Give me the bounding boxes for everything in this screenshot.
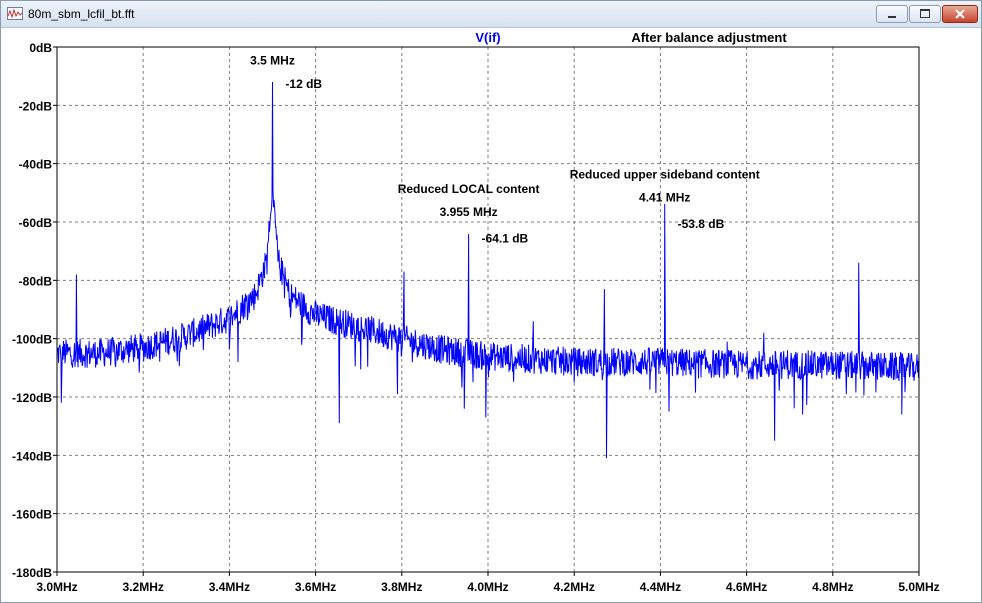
x-tick-label: 4.2MHz [554,580,595,594]
x-tick-label: 3.6MHz [295,580,336,594]
axes [53,46,920,576]
x-tick-label: 5.0MHz [898,580,939,594]
trace-label[interactable]: V(if) [475,30,500,45]
grid [57,47,919,572]
x-tick-label: 4.6MHz [726,580,767,594]
y-tick-label: -180dB [12,566,52,580]
x-tick-label: 4.8MHz [812,580,853,594]
annotation-label: Reduced upper sideband content [570,167,760,181]
maximize-button[interactable] [909,5,941,23]
y-tick-labels: 0dB -20dB -40dB -60dB -80dB -100dB -120dB -140d… [12,41,52,580]
x-tick-label: 3.4MHz [209,580,250,594]
minimize-button[interactable] [876,5,908,23]
y-tick-label: -100dB [12,333,52,347]
y-tick-label: -40dB [19,158,53,172]
x-tick-labels: 3.0MHz 3.2MHz 3.4MHz 3.6MHz 3.8MHz 4.0MHz 4.2M… [36,580,939,594]
y-tick-label: -60dB [19,216,53,230]
annotation-label: -64.1 dB [482,231,529,245]
annotation-label: 4.41 MHz [639,191,690,205]
x-tick-label: 3.8MHz [381,580,422,594]
annotation-label: 3.955 MHz [440,205,498,219]
y-tick-label: -160dB [12,508,52,522]
annotation-label: -12 dB [285,77,322,91]
y-tick-label: -80dB [19,274,53,288]
minimize-icon [888,16,896,18]
waveform-app-icon [7,7,23,20]
close-button[interactable] [942,5,978,23]
x-tick-label: 3.0MHz [36,580,77,594]
annotations: 3.5 MHz -12 dB Reduced LOCAL content 3.955 … [250,54,760,246]
chart-title: After balance adjustment [631,30,787,45]
annotation-label: 3.5 MHz [250,54,295,68]
title-bar[interactable]: 80m_sbm_lcfil_bt.fft [1,1,981,28]
x-tick-label: 4.4MHz [640,580,681,594]
maximize-icon [920,9,930,18]
close-icon [955,9,965,19]
fft-plot-area[interactable]: 3.0MHz 3.2MHz 3.4MHz 3.6MHz 3.8MHz 4.0MHz 4.2M… [1,28,981,603]
y-tick-label: -20dB [19,99,53,113]
annotation-label: -53.8 dB [678,217,725,231]
x-tick-label: 3.2MHz [123,580,164,594]
y-tick-label: -140dB [12,449,52,463]
y-tick-label: -120dB [12,391,52,405]
window-title: 80m_sbm_lcfil_bt.fft [28,7,135,21]
annotation-label: Reduced LOCAL content [398,182,540,196]
plot-window: 80m_sbm_lcfil_bt.fft 3.0MHz 3.2MHz 3.4MHz 3… [0,0,982,603]
x-tick-label: 4.0MHz [467,580,508,594]
y-tick-label: 0dB [29,41,52,55]
